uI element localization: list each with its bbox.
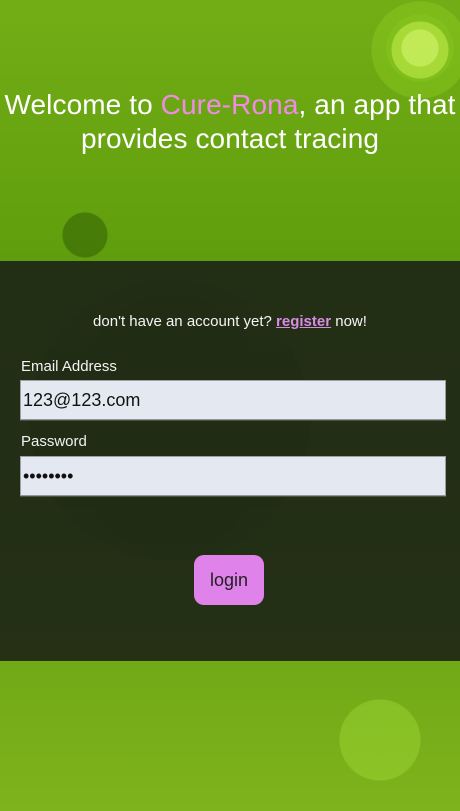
login-panel: don't have an account yet? register now!… (0, 261, 460, 661)
register-prompt-after: now! (331, 313, 367, 330)
email-label: Email Address (21, 358, 117, 375)
register-link[interactable]: register (276, 313, 331, 330)
background-virus-top-right (382, 10, 458, 86)
email-field[interactable] (20, 380, 446, 420)
brand-name: Cure-Rona (160, 89, 299, 120)
login-button[interactable]: login (194, 555, 264, 605)
welcome-prefix: Welcome to (4, 89, 161, 120)
register-prompt-before: don't have an account yet? (93, 313, 277, 330)
register-prompt: don't have an account yet? register now! (0, 312, 460, 332)
welcome-message: Welcome to Cure-Rona, an app that provid… (0, 88, 460, 156)
app-screen: { "welcome": { "prefix": "Welcome to ", … (0, 0, 460, 811)
password-field[interactable] (20, 456, 446, 496)
password-label: Password (21, 433, 87, 450)
